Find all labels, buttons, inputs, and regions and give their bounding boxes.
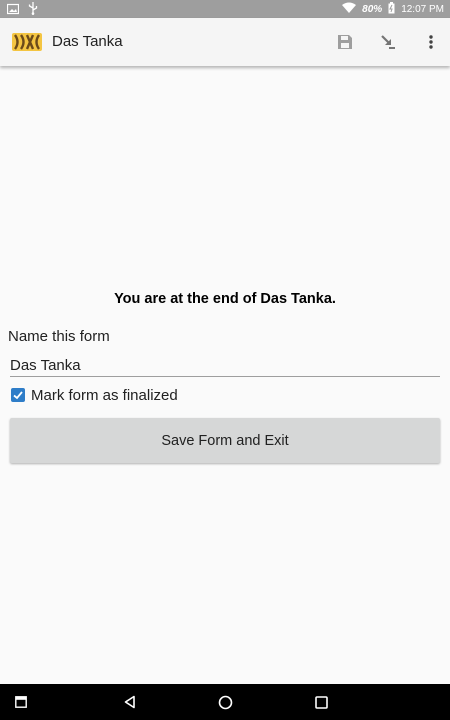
back-icon[interactable]	[115, 684, 145, 720]
home-icon[interactable]	[210, 684, 240, 720]
wifi-icon	[342, 2, 357, 16]
form-name-input[interactable]	[10, 355, 440, 377]
overview-icon[interactable]	[306, 684, 336, 720]
more-vert-icon[interactable]	[412, 18, 450, 66]
end-of-form-message: You are at the end of Das Tanka.	[114, 291, 336, 307]
mark-finalized-row[interactable]: Mark form as finalized	[11, 386, 178, 404]
app-bar: Das Tanka	[0, 18, 450, 66]
jump-arrow-icon[interactable]	[369, 18, 407, 66]
check-icon	[13, 391, 23, 400]
recents-screenshot-icon[interactable]	[8, 684, 34, 720]
navigation-bar	[0, 684, 450, 720]
name-form-label: Name this form	[8, 328, 110, 345]
app-actions	[321, 18, 450, 66]
battery-level: 80%	[362, 3, 383, 15]
status-bar: 80% 12:07 PM	[0, 0, 450, 18]
app-logo-icon	[11, 30, 43, 54]
finalize-checkbox[interactable]	[11, 388, 25, 402]
app-title: Das Tanka	[52, 33, 123, 50]
save-form-and-exit-button[interactable]: Save Form and Exit	[10, 418, 440, 463]
battery-icon	[388, 1, 395, 17]
finalize-label: Mark form as finalized	[31, 386, 178, 404]
status-time: 12:07 PM	[401, 3, 444, 15]
save-icon[interactable]	[326, 18, 364, 66]
